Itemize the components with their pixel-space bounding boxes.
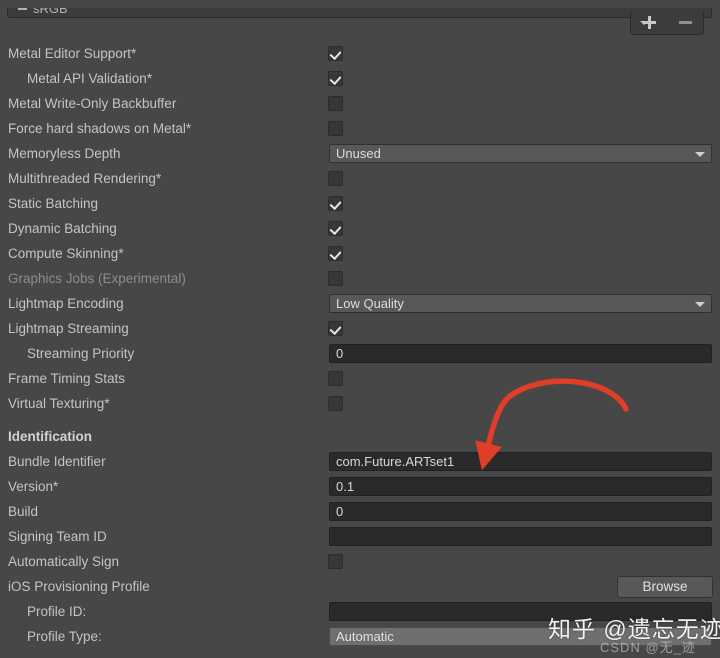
setting-checkbox[interactable] <box>328 171 343 186</box>
settings-row: Compute Skinning* <box>0 241 720 266</box>
add-remove-toolbar <box>630 11 704 35</box>
setting-label: Force hard shadows on Metal* <box>8 121 192 136</box>
settings-row: Identification <box>0 424 720 449</box>
setting-checkbox[interactable] <box>328 271 343 286</box>
settings-row: Bundle Identifier com.Future.ARTset1 <box>0 449 720 474</box>
settings-row: Multithreaded Rendering* <box>0 166 720 191</box>
setting-label: Profile Type: <box>27 629 102 644</box>
section-heading: Identification <box>8 429 92 444</box>
settings-row: Metal API Validation* <box>0 66 720 91</box>
dropdown-value: Low Quality <box>336 296 404 311</box>
chevron-down-icon <box>695 302 705 307</box>
settings-rows-container: Metal Editor Support* Metal API Validatio… <box>0 41 720 649</box>
watermark-csdn: CSDN @无_迹 <box>600 640 696 655</box>
setting-label: Metal API Validation* <box>27 71 153 86</box>
setting-label: Multithreaded Rendering* <box>8 171 162 186</box>
minus-icon <box>678 21 692 24</box>
setting-checkbox[interactable] <box>328 396 343 411</box>
settings-row: Frame Timing Stats <box>0 366 720 391</box>
setting-checkbox[interactable] <box>328 71 343 86</box>
setting-label: Lightmap Streaming <box>8 321 129 336</box>
setting-checkbox[interactable] <box>328 46 343 61</box>
setting-label: iOS Provisioning Profile <box>8 579 150 594</box>
settings-row: Automatically Sign <box>0 549 720 574</box>
setting-label: Version* <box>8 479 59 494</box>
settings-row: Build 0 <box>0 499 720 524</box>
setting-label: Metal Editor Support* <box>8 46 137 61</box>
settings-row: Static Batching <box>0 191 720 216</box>
setting-label: Lightmap Encoding <box>8 296 124 311</box>
setting-checkbox[interactable] <box>328 321 343 336</box>
setting-label: Compute Skinning* <box>8 246 124 261</box>
settings-row <box>0 416 720 424</box>
settings-row: iOS Provisioning Profile Browse <box>0 574 720 599</box>
setting-label: Automatically Sign <box>8 554 120 569</box>
settings-row: Force hard shadows on Metal* <box>0 116 720 141</box>
setting-dropdown[interactable]: Unused <box>329 144 712 163</box>
setting-label: Bundle Identifier <box>8 454 106 469</box>
setting-checkbox[interactable] <box>328 96 343 111</box>
setting-checkbox[interactable] <box>328 554 343 569</box>
setting-label: Streaming Priority <box>27 346 135 361</box>
setting-checkbox[interactable] <box>328 371 343 386</box>
setting-label: Build <box>8 504 39 519</box>
setting-label: Memoryless Depth <box>8 146 121 161</box>
settings-row: Virtual Texturing* <box>0 391 720 416</box>
chevron-down-icon <box>640 20 648 25</box>
setting-label: Metal Write-Only Backbuffer <box>8 96 177 111</box>
setting-label: Static Batching <box>8 196 99 211</box>
remove-button[interactable] <box>667 12 703 34</box>
chevron-down-icon <box>695 152 705 157</box>
settings-row: Metal Write-Only Backbuffer <box>0 91 720 116</box>
settings-row: Graphics Jobs (Experimental) <box>0 266 720 291</box>
settings-row: Lightmap Encoding Low Quality <box>0 291 720 316</box>
setting-checkbox[interactable] <box>328 246 343 261</box>
setting-text-input[interactable]: 0.1 <box>329 477 712 496</box>
browse-button[interactable]: Browse <box>617 576 713 598</box>
settings-row: Signing Team ID <box>0 524 720 549</box>
unity-player-settings-panel: sRGB Metal Editor Support* Metal API Vali… <box>0 0 720 658</box>
top-clip-mask <box>0 0 720 8</box>
setting-label: Frame Timing Stats <box>8 371 126 386</box>
add-button[interactable] <box>631 12 667 34</box>
settings-row: Memoryless Depth Unused <box>0 141 720 166</box>
setting-checkbox[interactable] <box>328 196 343 211</box>
setting-label: Dynamic Batching <box>8 221 117 236</box>
settings-row: Lightmap Streaming <box>0 316 720 341</box>
settings-row: Streaming Priority 0 <box>0 341 720 366</box>
setting-label: Graphics Jobs (Experimental) <box>8 271 186 286</box>
settings-row: Dynamic Batching <box>0 216 720 241</box>
setting-checkbox[interactable] <box>328 221 343 236</box>
setting-label: Virtual Texturing* <box>8 396 110 411</box>
setting-dropdown[interactable]: Low Quality <box>329 294 712 313</box>
settings-row: Version* 0.1 <box>0 474 720 499</box>
setting-label: Signing Team ID <box>8 529 107 544</box>
setting-label: Profile ID: <box>27 604 87 619</box>
settings-row: Metal Editor Support* <box>0 41 720 66</box>
setting-text-input[interactable] <box>329 527 712 546</box>
setting-text-input[interactable]: com.Future.ARTset1 <box>329 452 712 471</box>
setting-text-input[interactable]: 0 <box>329 502 712 521</box>
setting-text-input[interactable]: 0 <box>329 344 712 363</box>
dropdown-value: Unused <box>336 146 381 161</box>
setting-checkbox[interactable] <box>328 121 343 136</box>
